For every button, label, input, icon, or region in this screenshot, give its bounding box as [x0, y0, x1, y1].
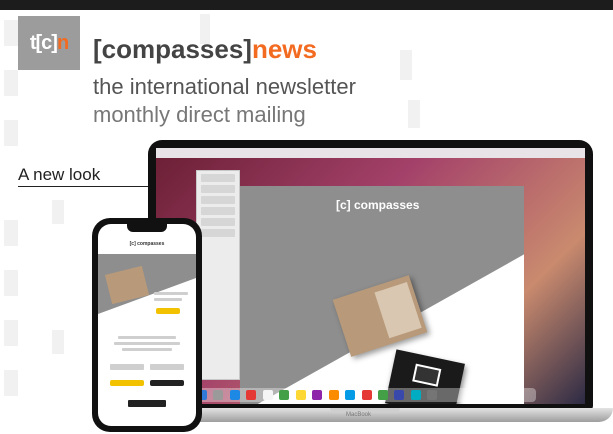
dock-app-icon[interactable] [410, 390, 421, 400]
dock-app-icon[interactable] [361, 390, 372, 400]
background-dash [400, 50, 412, 80]
top-bar [0, 0, 613, 10]
dock-app-icon[interactable] [427, 390, 438, 400]
background-dash [4, 20, 18, 46]
dock-app-icon[interactable] [312, 390, 323, 400]
phone-text-line [154, 292, 188, 295]
dock-app-icon[interactable] [279, 390, 290, 400]
phone-form-field[interactable] [110, 364, 144, 370]
background-dash [4, 70, 18, 96]
dock-app-icon[interactable] [246, 390, 257, 400]
phone-form-field[interactable] [150, 364, 184, 370]
mac-menu-bar [156, 148, 585, 158]
finder-row [201, 196, 235, 204]
dock-app-icon[interactable] [229, 390, 240, 400]
phone-screen: [c] compasses [98, 224, 196, 426]
phone-cta-button[interactable] [156, 308, 180, 314]
background-dash [52, 330, 64, 354]
dock-app-icon[interactable] [295, 390, 306, 400]
finder-window [196, 170, 240, 380]
dock-app-icon[interactable] [394, 390, 405, 400]
background-dash [408, 100, 420, 128]
logo-prefix: t[c] [29, 32, 58, 54]
newsletter-title: [compasses]news [93, 34, 317, 65]
laptop-base-label: MacBook [346, 412, 372, 418]
background-dash [4, 270, 18, 296]
finder-row [201, 185, 235, 193]
tcn-logo[interactable]: t[c]n [18, 16, 80, 70]
subtitle-monthly: monthly direct mailing [93, 102, 306, 127]
preview-compasses-logo: [c] compasses [336, 198, 420, 212]
subtitle-international: the international newsletter [93, 74, 356, 99]
phone-notch [127, 224, 167, 232]
background-dash [4, 220, 18, 246]
background-dash [4, 120, 18, 146]
dock-app-icon[interactable] [377, 390, 388, 400]
finder-row [201, 218, 235, 226]
magazine-logo [412, 363, 442, 387]
finder-row [201, 207, 235, 215]
phone-text-line [114, 342, 180, 345]
page: t[c]n [compasses]news the international … [0, 0, 613, 434]
phone-subscribe-button[interactable] [110, 380, 144, 386]
mac-dock [196, 388, 536, 402]
dock-app-icon[interactable] [262, 390, 273, 400]
background-dash [4, 320, 18, 346]
dock-app-icon[interactable] [328, 390, 339, 400]
background-dash [4, 370, 18, 396]
new-look-label: A new look [18, 165, 101, 184]
phone-text-line [154, 298, 182, 301]
title-accent: news [251, 34, 317, 64]
background-dash [52, 200, 64, 224]
finder-row [201, 174, 235, 182]
newsletter-preview-window: [c] compasses [240, 186, 524, 404]
app-store-badge[interactable] [128, 400, 166, 407]
title-main: [compasses] [93, 34, 252, 64]
dock-app-icon[interactable] [213, 390, 224, 400]
logo-suffix: n [56, 32, 69, 54]
phone-login-button[interactable] [150, 380, 184, 386]
phone-text-line [118, 336, 176, 339]
finder-row [201, 229, 235, 237]
dock-app-icon[interactable] [345, 390, 356, 400]
phone-text-line [122, 348, 172, 351]
laptop-screen: [c] compasses [156, 148, 585, 404]
phone-app-logo: [c] compasses [98, 238, 196, 250]
